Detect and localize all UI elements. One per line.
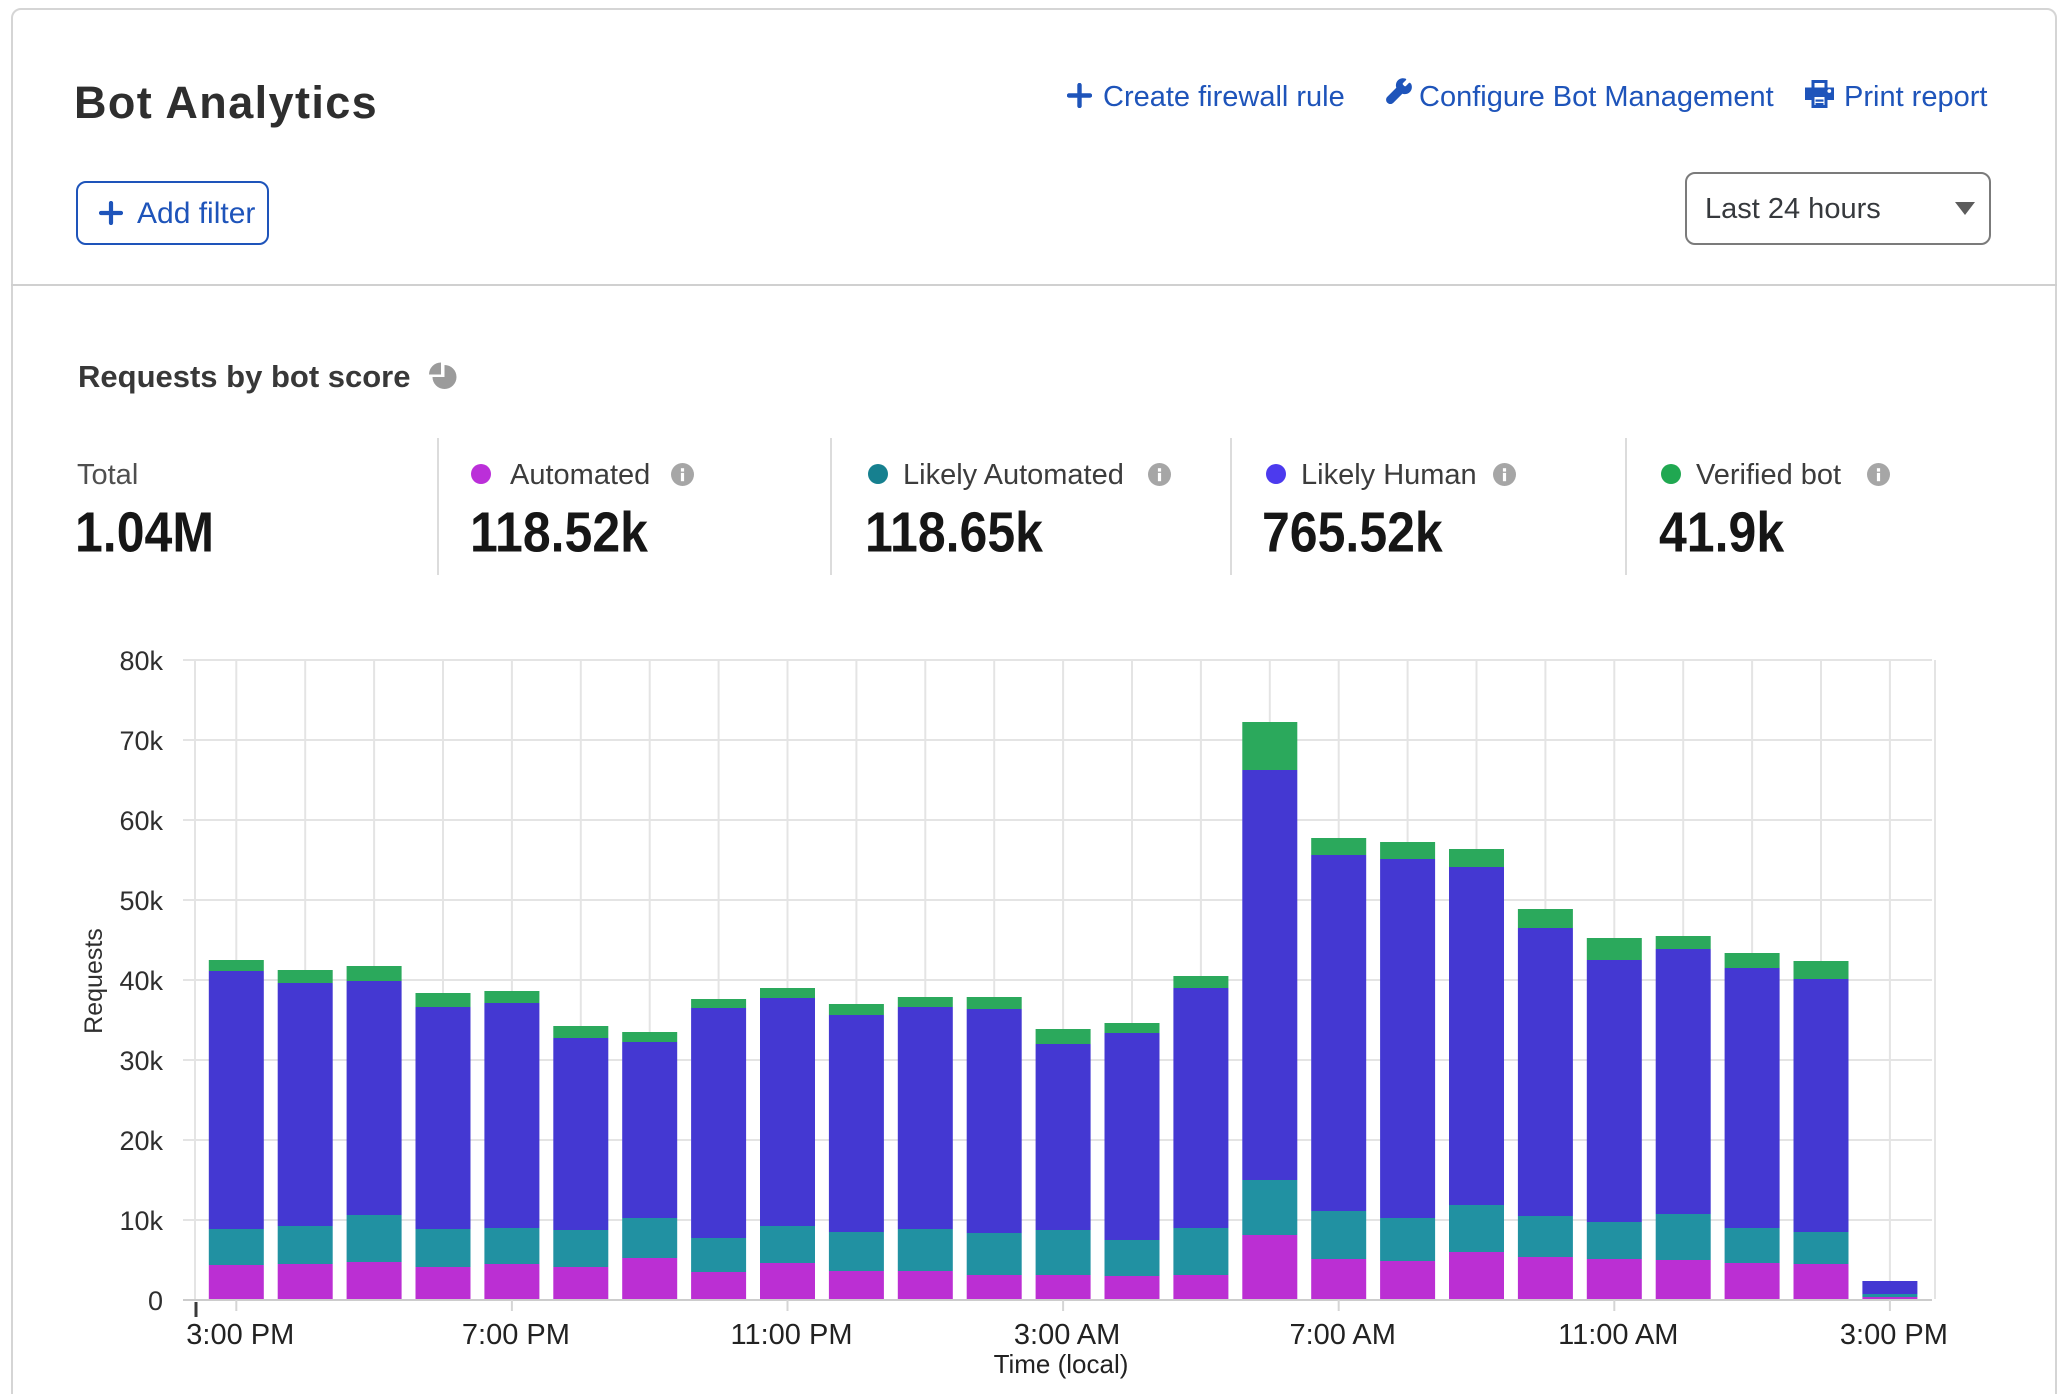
svg-text:80k: 80k [119, 646, 163, 676]
svg-text:7:00 PM: 7:00 PM [462, 1319, 570, 1351]
svg-text:0: 0 [148, 1286, 163, 1316]
svg-text:3:00 AM: 3:00 AM [1014, 1319, 1120, 1351]
svg-text:Time (local): Time (local) [994, 1349, 1129, 1379]
svg-text:11:00 AM: 11:00 AM [1558, 1319, 1678, 1351]
svg-text:10k: 10k [119, 1206, 163, 1236]
svg-text:Requests: Requests [80, 928, 108, 1034]
svg-text:3:00 PM: 3:00 PM [186, 1319, 294, 1351]
svg-text:60k: 60k [119, 806, 163, 836]
svg-text:11:00 PM: 11:00 PM [731, 1319, 853, 1351]
svg-text:7:00 AM: 7:00 AM [1289, 1319, 1395, 1351]
svg-text:70k: 70k [119, 726, 163, 756]
svg-text:50k: 50k [119, 886, 163, 916]
svg-text:40k: 40k [119, 966, 163, 996]
svg-text:30k: 30k [119, 1046, 163, 1076]
svg-text:20k: 20k [119, 1126, 163, 1156]
svg-text:3:00 PM: 3:00 PM [1840, 1319, 1948, 1351]
